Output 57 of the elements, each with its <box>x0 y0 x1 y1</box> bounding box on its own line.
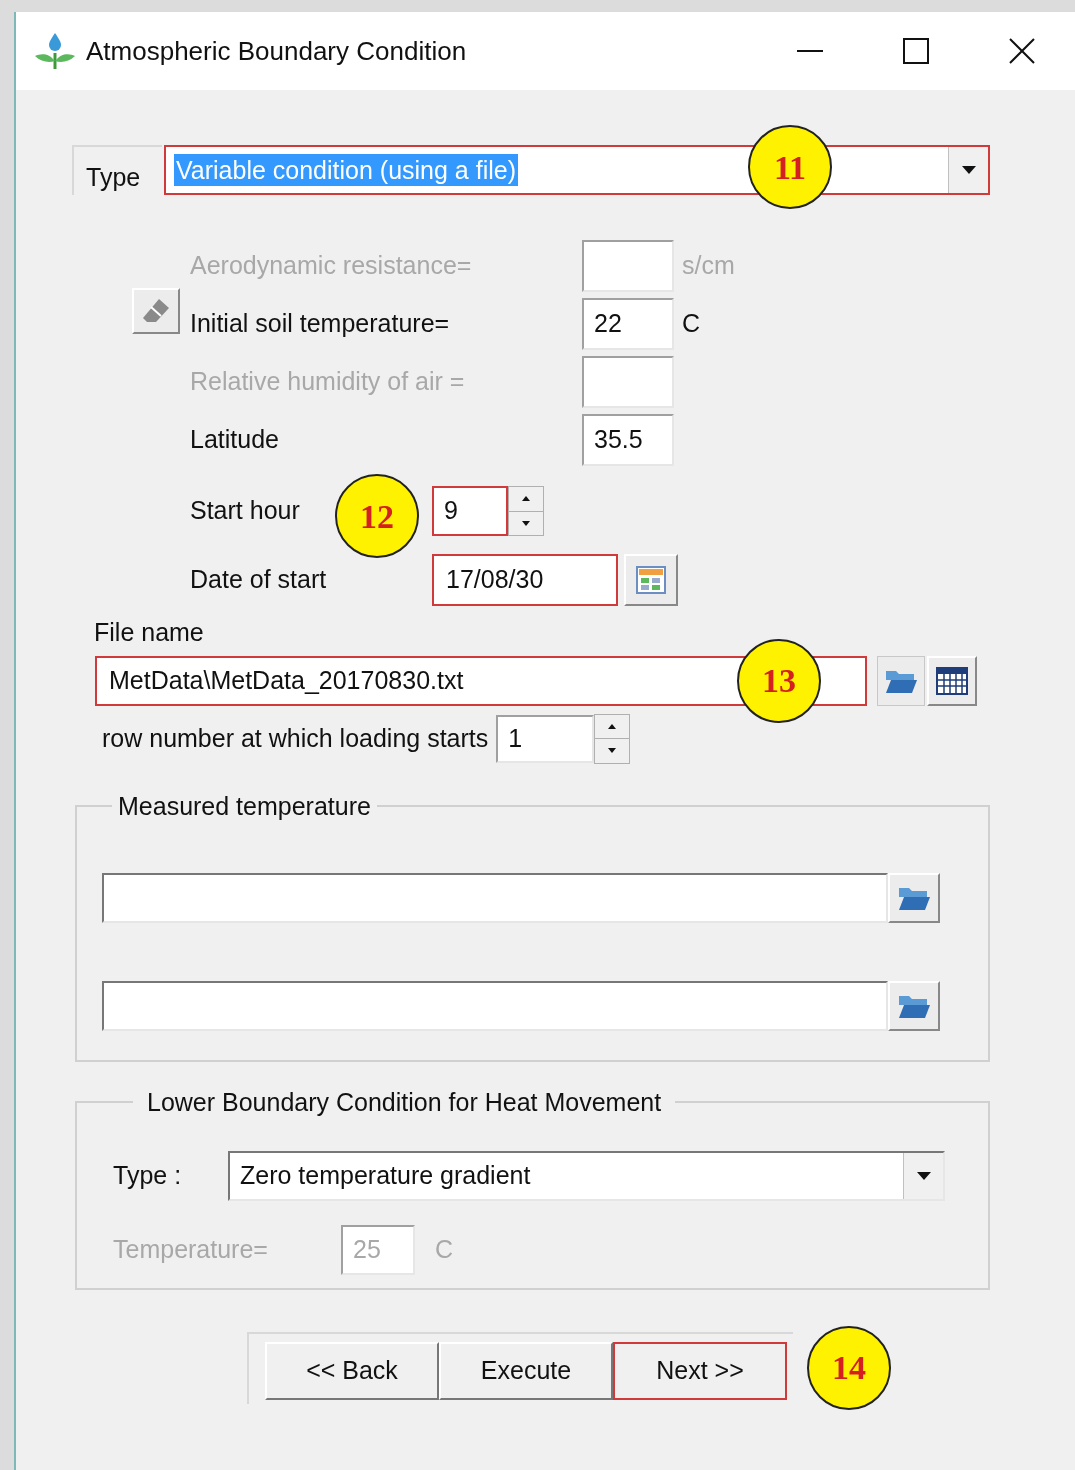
start-hour-label: Start hour <box>190 495 300 527</box>
eraser-icon <box>141 297 171 325</box>
parameter-label: Initial soil temperature= <box>190 308 451 340</box>
spinner-button[interactable] <box>594 713 631 764</box>
table-button[interactable] <box>927 655 977 706</box>
row-start-label: row number at which loading starts <box>102 722 489 754</box>
selected-option: Variable condition (using a file) <box>174 154 518 186</box>
down-arrow-icon <box>608 748 617 754</box>
parameter-label: Aerodynamic resistance= <box>190 250 473 282</box>
selected-option: Zero temperature gradient <box>240 1157 531 1195</box>
wizard-button[interactable]: << Back <box>265 1341 439 1400</box>
parameter-label: Latitude <box>190 424 280 456</box>
start-hour-field[interactable]: 9 <box>432 486 508 536</box>
parameter-field[interactable]: 22 <box>582 298 674 350</box>
parameter-field[interactable] <box>582 356 674 408</box>
parameter-field[interactable] <box>582 240 674 292</box>
file-path-field[interactable] <box>102 873 888 923</box>
wizard-button[interactable]: Execute <box>439 1341 613 1400</box>
window-title: Atmospheric Boundary Condition <box>86 34 467 68</box>
parameter-field[interactable]: 35.5 <box>582 414 674 466</box>
up-arrow-icon <box>522 496 530 502</box>
close-icon <box>1009 38 1035 64</box>
group-title: Lower Boundary Condition for Heat Movement <box>146 1086 663 1118</box>
unit-label: C <box>682 308 701 340</box>
file-name-label: File name <box>94 617 204 648</box>
caret-icon <box>915 1171 932 1181</box>
up-arrow-icon <box>608 723 617 729</box>
unit-label: s/cm <box>682 250 735 282</box>
edit-button[interactable] <box>132 288 180 334</box>
type-label: Type : <box>113 1160 183 1192</box>
callout-badge: 12 <box>335 474 419 558</box>
date-field[interactable]: 17/08/30 <box>432 554 618 606</box>
type-label: Type <box>72 145 162 195</box>
calendar-icon <box>636 566 666 594</box>
type-dropdown[interactable]: Zero temperature gradient <box>228 1151 945 1201</box>
down-arrow-icon <box>522 520 530 526</box>
unit-label: C <box>435 1234 454 1266</box>
date-label: Date of start <box>190 564 328 596</box>
callout-badge: 13 <box>737 638 821 723</box>
minimize-icon <box>797 50 823 52</box>
row-start-field[interactable]: 1 <box>496 714 595 763</box>
group-title: Measured temperature <box>117 790 372 822</box>
open-folder-button[interactable] <box>877 655 925 706</box>
maximize-icon <box>903 38 929 64</box>
dropdown-button[interactable] <box>948 147 988 193</box>
wizard-button[interactable]: Next >> <box>613 1341 787 1400</box>
caret-icon <box>960 165 977 175</box>
grid-icon <box>936 666 968 695</box>
spinner-button[interactable] <box>508 486 544 536</box>
dropdown-button[interactable] <box>903 1153 943 1199</box>
parameter-label: Relative humidity of air = <box>190 366 466 398</box>
callout-badge: 14 <box>807 1325 891 1410</box>
file-path-field[interactable] <box>102 981 888 1031</box>
callout-badge: 11 <box>748 125 832 209</box>
calendar-button[interactable] <box>624 554 678 606</box>
plant-icon <box>34 31 76 71</box>
temperature-label: Temperature= <box>113 1234 269 1266</box>
